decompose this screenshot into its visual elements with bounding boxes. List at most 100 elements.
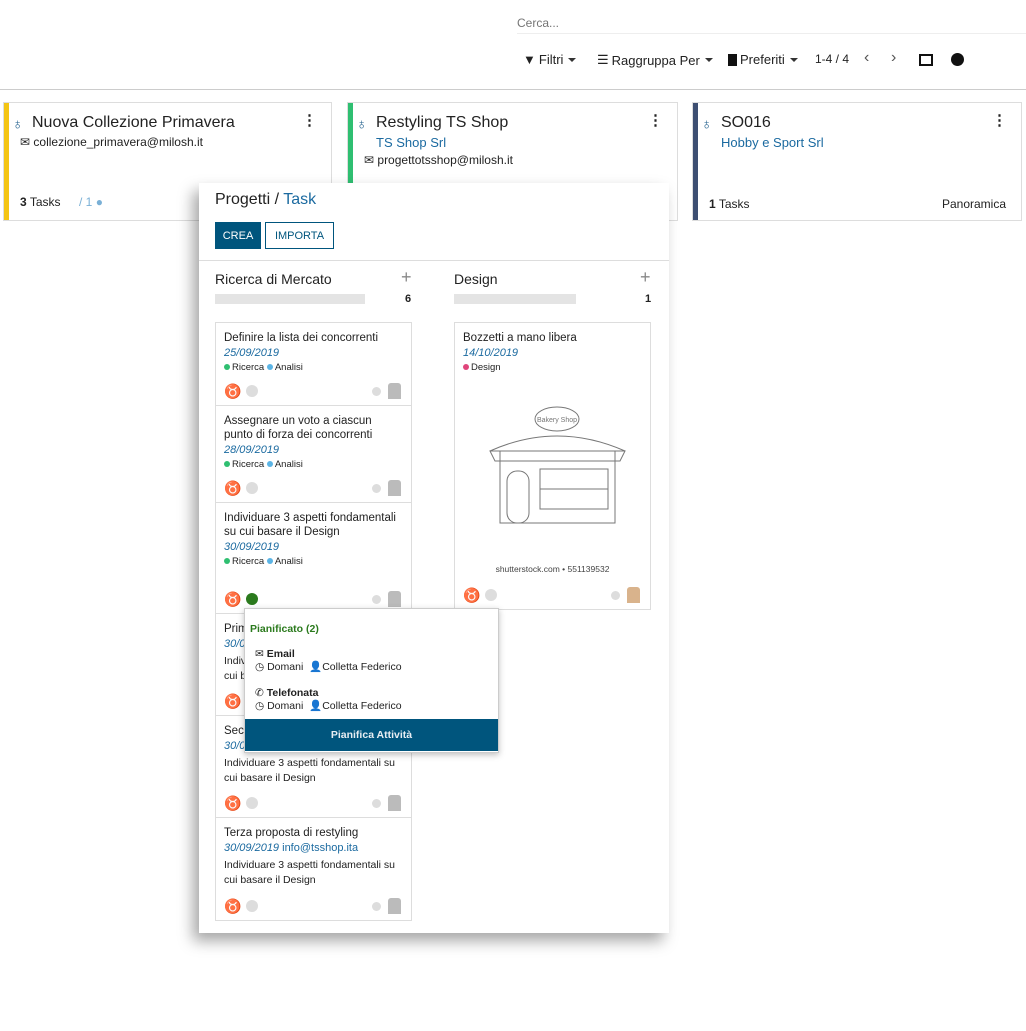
activity-clock-icon[interactable] [485, 589, 497, 601]
add-task-icon[interactable]: + [640, 267, 651, 288]
image-caption: shutterstock.com • 551139532 [495, 564, 610, 574]
partner-link[interactable]: Hobby e Sport Srl [721, 135, 824, 150]
activity-user: Colletta Federico [322, 661, 402, 673]
priority-medal-icon[interactable]: ♉ [224, 898, 241, 915]
activity-clock-icon[interactable] [246, 593, 258, 605]
project-card[interactable]: ♁ SO016 ⋮ Hobby e Sport Srl 1 Tasks Pano… [692, 102, 1022, 221]
priority-medal-icon[interactable]: ♉ [463, 587, 480, 604]
task-date: 25/09/2019 [224, 347, 280, 359]
tasks-link[interactable]: 1 Tasks [709, 197, 750, 211]
filters-button[interactable]: ▼ Filtri [523, 52, 577, 67]
kanban-state-dot[interactable] [372, 484, 381, 493]
create-button[interactable]: CREA [215, 222, 261, 249]
favorites-label: Preferiti [740, 52, 785, 67]
priority-medal-icon[interactable]: ♉ [224, 591, 241, 608]
divider [199, 260, 669, 261]
add-task-icon[interactable]: + [401, 267, 412, 288]
filters-label: Filtri [538, 52, 564, 67]
comments-icon: ● [95, 195, 103, 209]
kanban-state-dot[interactable] [372, 799, 381, 808]
activity-when: Domani [267, 661, 304, 673]
kanban-state-dot[interactable] [372, 387, 381, 396]
search-input[interactable] [517, 12, 1026, 34]
kebab-menu-icon[interactable]: ⋮ [302, 111, 317, 129]
award-icon: ♁ [356, 116, 368, 133]
task-card[interactable]: Individuare 3 aspetti fondamentali su cu… [215, 503, 412, 614]
sign-text: Bakery Shop [537, 417, 577, 424]
priority-medal-icon[interactable]: ♉ [224, 480, 241, 497]
tag-label: Ricerca [232, 362, 265, 373]
messages-count: / 1 [79, 195, 93, 209]
activity-item[interactable]: ✆ Telefonata ◷ Domani 👤Colletta Federico [255, 687, 402, 712]
task-name: Terza proposta di restyling [224, 827, 359, 839]
favorites-button[interactable]: Preferiti [728, 52, 798, 67]
activity-user: Colletta Federico [322, 700, 402, 712]
task-date: 30/09/2019 [224, 842, 280, 854]
bars-icon: ☰ [597, 52, 609, 67]
task-card[interactable]: Assegnare un voto a ciascun punto di for… [215, 406, 412, 503]
task-card[interactable]: Terza proposta di restyling 30/09/2019 i… [215, 818, 412, 921]
task-date-line: 30/09/2019 info@tsshop.ita [224, 842, 403, 854]
group-by-label: Raggruppa Per [611, 52, 700, 68]
phone-icon: ✆ [255, 687, 264, 699]
kanban-state-dot[interactable] [372, 902, 381, 911]
activity-type: Email [266, 648, 295, 660]
activity-type: Telefonata [266, 687, 319, 699]
tasks-label: Tasks [29, 195, 61, 209]
tag: Design [463, 362, 642, 373]
task-date: 14/10/2019 [463, 347, 519, 359]
next-page-icon[interactable]: › [891, 49, 896, 67]
priority-medal-icon[interactable]: ♉ [224, 693, 241, 710]
task-name: Bozzetti a mano libera [463, 332, 577, 344]
column-title: Ricerca di Mercato [215, 271, 332, 287]
task-date-line: 25/09/2019 [224, 347, 403, 359]
project-email: ✉ collezione_primavera@milosh.it [20, 135, 203, 149]
tag-label: Analisi [274, 459, 303, 470]
column-count: 1 [645, 293, 652, 305]
color-bar [693, 103, 698, 220]
tag: Analisi [266, 556, 303, 567]
avatar [627, 587, 640, 603]
avatar [388, 480, 401, 496]
priority-medal-icon[interactable]: ♉ [224, 383, 241, 400]
import-button[interactable]: IMPORTA [265, 222, 334, 249]
user-icon: 👤 [309, 700, 323, 712]
activity-view-icon[interactable] [951, 53, 964, 66]
task-name: Assegnare un voto a ciascun punto di for… [224, 415, 373, 441]
activity-clock-icon[interactable] [246, 482, 258, 494]
task-name: Individuare 3 aspetti fondamentali su cu… [224, 512, 396, 538]
activity-item[interactable]: ✉ Email ◷ Domani 👤Colletta Federico [255, 648, 402, 673]
tag-label: Ricerca [232, 556, 265, 567]
tag: Ricerca [224, 459, 264, 470]
column-count: 6 [405, 293, 412, 305]
kanban-state-dot[interactable] [372, 595, 381, 604]
column-title: Design [454, 271, 498, 287]
kebab-menu-icon[interactable]: ⋮ [992, 111, 1007, 129]
activity-when: Domani [267, 700, 304, 712]
kanban-view-icon[interactable] [919, 54, 933, 66]
activity-clock-icon[interactable] [246, 385, 258, 397]
partner-link[interactable]: TS Shop Srl [376, 135, 446, 150]
envelope-icon: ✉ [255, 648, 264, 660]
tasks-link[interactable]: 3 Tasks [20, 195, 61, 209]
avatar [388, 898, 401, 914]
task-card[interactable]: Bozzetti a mano libera 14/10/2019 Design… [454, 322, 651, 610]
kebab-menu-icon[interactable]: ⋮ [648, 111, 663, 129]
schedule-activity-button[interactable]: Pianifica Attività [245, 719, 498, 751]
tag-label: Design [471, 362, 501, 373]
bookmark-icon [728, 53, 737, 66]
overview-link[interactable]: Panoramica [942, 197, 1006, 211]
task-date: 30/0 [224, 638, 246, 650]
priority-medal-icon[interactable]: ♉ [224, 795, 241, 812]
messages-link[interactable]: / 1 ● [79, 195, 103, 209]
avatar [388, 795, 401, 811]
activity-clock-icon[interactable] [246, 900, 258, 912]
task-card[interactable]: Definire la lista dei concorrenti 25/09/… [215, 322, 412, 406]
task-name: Definire la lista dei concorrenti [224, 332, 379, 344]
email-text: progettotsshop@milosh.it [377, 153, 513, 167]
group-by-button[interactable]: ☰ Raggruppa Per [597, 52, 713, 68]
kanban-state-dot[interactable] [611, 591, 620, 600]
prev-page-icon[interactable]: ‹ [864, 49, 869, 67]
activity-clock-icon[interactable] [246, 797, 258, 809]
breadcrumb-root[interactable]: Progetti / [215, 191, 279, 208]
